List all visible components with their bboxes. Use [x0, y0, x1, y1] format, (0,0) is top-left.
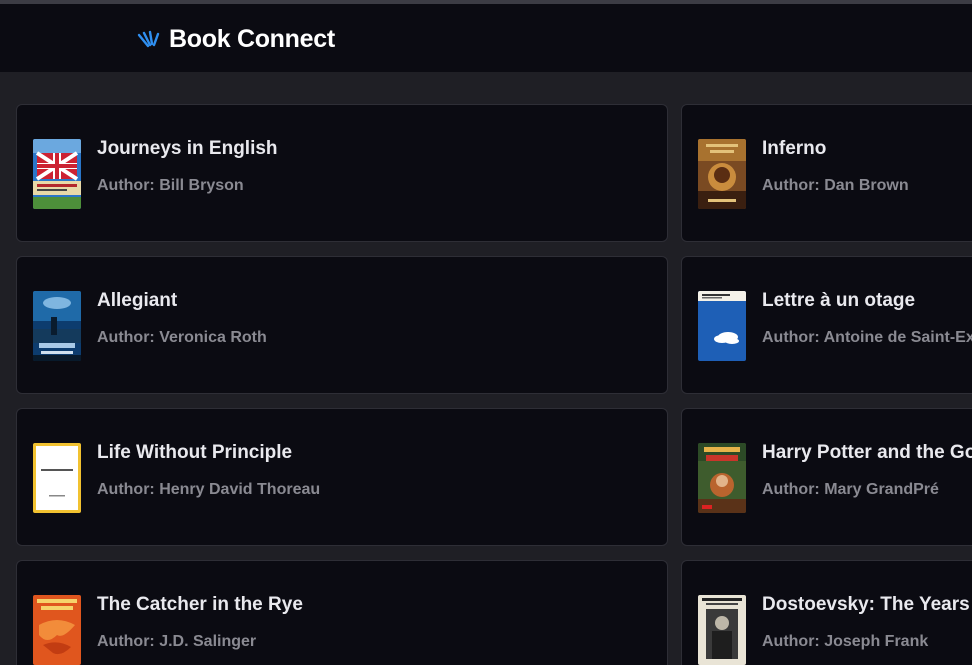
book-title: Allegiant: [97, 290, 178, 311]
book-title: Harry Potter and the Goblet of Fire: [762, 442, 972, 463]
book-card[interactable]: Lettre à un otage Author: Antoine de Sai…: [681, 256, 972, 394]
book-title: Lettre à un otage: [762, 290, 916, 311]
book-cover-image: [698, 443, 746, 513]
app-logo[interactable]: Book Connect: [137, 24, 335, 54]
book-list-area: Journeys in English Author: Bill Bryson …: [0, 72, 972, 665]
book-author: Author: Bill Bryson: [97, 177, 244, 194]
book-cover-image: [33, 139, 81, 209]
book-author: Author: Joseph Frank: [762, 633, 929, 650]
book-author: Author: J.D. Salinger: [97, 633, 257, 650]
book-author: Author: Mary GrandPré: [762, 481, 939, 498]
book-card[interactable]: Life Without Principle Author: Henry Dav…: [16, 408, 668, 546]
book-title: Dostoevsky: The Years of Ordeal: [762, 594, 972, 615]
book-card[interactable]: Allegiant Author: Veronica Roth: [16, 256, 668, 394]
book-author: Author: Veronica Roth: [97, 329, 267, 346]
book-title: Inferno: [762, 138, 827, 159]
book-grid: Journeys in English Author: Bill Bryson …: [16, 104, 972, 665]
app-title: Book Connect: [169, 24, 335, 53]
book-cover-image: [698, 291, 746, 361]
book-card[interactable]: Journeys in English Author: Bill Bryson: [16, 104, 668, 242]
app-header: Book Connect: [0, 4, 972, 72]
book-author: Author: Henry David Thoreau: [97, 481, 321, 498]
book-author: Author: Dan Brown: [762, 177, 909, 194]
book-cover-image: [698, 139, 746, 209]
book-author: Author: Antoine de Saint-Exupéry: [762, 329, 972, 346]
book-title: Journeys in English: [97, 138, 278, 159]
book-card[interactable]: Inferno Author: Dan Brown: [681, 104, 972, 242]
book-cover-image: [698, 595, 746, 665]
book-card[interactable]: Dostoevsky: The Years of Ordeal Author: …: [681, 560, 972, 665]
book-card[interactable]: Harry Potter and the Goblet of Fire Auth…: [681, 408, 972, 546]
book-cover-image: [33, 595, 81, 665]
book-title: The Catcher in the Rye: [97, 594, 303, 615]
book-connect-logo-icon: [137, 30, 160, 48]
book-title: Life Without Principle: [97, 442, 293, 463]
book-cover-image: [33, 443, 81, 513]
book-cover-image: [33, 291, 81, 361]
book-card[interactable]: The Catcher in the Rye Author: J.D. Sali…: [16, 560, 668, 665]
